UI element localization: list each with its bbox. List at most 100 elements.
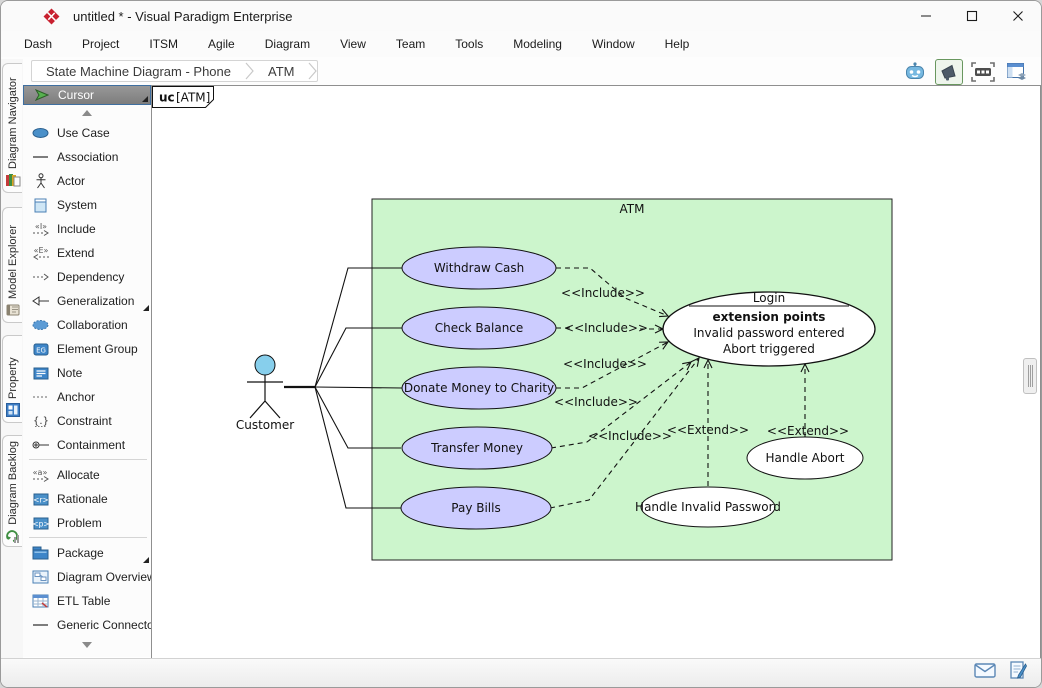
flyout-indicator xyxy=(143,305,149,311)
svg-text:Handle Abort: Handle Abort xyxy=(766,451,845,465)
actor-customer[interactable]: Customer xyxy=(236,355,294,432)
palette-item-actor[interactable]: Actor xyxy=(23,169,151,193)
extend-label: <<Extend>> xyxy=(767,424,849,438)
use-case-pay-bills[interactable]: Pay Bills xyxy=(401,487,551,529)
include-label: <<Include>> xyxy=(564,321,648,335)
palette-item-containment[interactable]: Containment xyxy=(23,433,151,457)
svg-text:Handle Invalid Password: Handle Invalid Password xyxy=(635,500,781,514)
palette-item-package[interactable]: Package xyxy=(23,541,151,565)
containment-icon xyxy=(31,437,50,453)
use-case-login[interactable]: Login extension points Invalid password … xyxy=(663,291,875,366)
menu-view[interactable]: View xyxy=(325,33,381,55)
tab-property[interactable]: Property xyxy=(2,335,22,423)
breadcrumb-atm[interactable]: ATM xyxy=(254,64,308,79)
palette-scroll-up[interactable] xyxy=(23,105,151,121)
frame-tab[interactable]: uc [ATM] xyxy=(153,87,214,108)
menu-modeling[interactable]: Modeling xyxy=(498,33,577,55)
minimize-icon xyxy=(920,10,932,22)
minimize-button[interactable] xyxy=(903,1,949,31)
extension-point-1: Invalid password entered xyxy=(693,326,844,340)
use-case-donate-money[interactable]: Donate Money to Charity xyxy=(402,367,556,409)
menu-diagram[interactable]: Diagram xyxy=(250,33,325,55)
mail-icon[interactable] xyxy=(974,663,996,683)
close-icon xyxy=(1012,10,1024,22)
use-case-check-balance[interactable]: Check Balance xyxy=(402,307,556,349)
palette-item-extend[interactable]: «E» Extend xyxy=(23,241,151,265)
menu-window[interactable]: Window xyxy=(577,33,650,55)
menu-team[interactable]: Team xyxy=(381,33,440,55)
palette-scroll-down[interactable] xyxy=(23,637,151,653)
include-label: <<Include>> xyxy=(588,429,672,443)
actor-label: Customer xyxy=(236,418,294,432)
palette-item-cursor[interactable]: Cursor xyxy=(23,85,151,105)
palette-item-include[interactable]: «I» Include xyxy=(23,217,151,241)
palette-item-diagram-overview[interactable]: Diagram Overview xyxy=(23,565,151,589)
problem-icon: <p> xyxy=(31,515,50,531)
menu-help[interactable]: Help xyxy=(650,33,705,55)
scroll-down-icon xyxy=(82,642,92,648)
use-case-diagram: uc [ATM] ATM Customer xyxy=(152,86,1041,659)
diagram-overview-icon xyxy=(31,569,50,585)
constraint-icon: {.} xyxy=(31,413,50,429)
note-edit-icon[interactable] xyxy=(1010,661,1027,685)
palette-item-generic-connector[interactable]: Generic Connector xyxy=(23,613,151,637)
palette-item-dependency[interactable]: Dependency xyxy=(23,265,151,289)
system-icon xyxy=(31,197,50,213)
palette-item-anchor[interactable]: Anchor xyxy=(23,385,151,409)
robot-assistant-icon[interactable] xyxy=(901,59,929,85)
generic-connector-icon xyxy=(31,617,50,633)
palette-item-system[interactable]: System xyxy=(23,193,151,217)
association-icon xyxy=(31,149,50,165)
property-icon xyxy=(5,402,21,418)
app-window: untitled * - Visual Paradigm Enterprise … xyxy=(0,0,1042,688)
menu-agile[interactable]: Agile xyxy=(193,33,250,55)
use-case-transfer-money[interactable]: Transfer Money xyxy=(402,427,552,469)
tab-diagram-navigator[interactable]: Diagram Navigator xyxy=(2,63,22,193)
maximize-button[interactable] xyxy=(949,1,995,31)
menu-dash[interactable]: Dash xyxy=(9,33,67,55)
collaboration-icon xyxy=(31,317,50,333)
use-case-withdraw-cash[interactable]: Withdraw Cash xyxy=(402,247,556,289)
breadcrumb-diagram[interactable]: State Machine Diagram - Phone xyxy=(32,64,245,79)
breadcrumb: State Machine Diagram - Phone ATM xyxy=(31,60,318,82)
announcement-icon[interactable] xyxy=(935,59,963,85)
use-case-handle-abort[interactable]: Handle Abort xyxy=(747,437,863,479)
menu-itsm[interactable]: ITSM xyxy=(134,33,193,55)
close-button[interactable] xyxy=(995,1,1041,31)
system-boundary-label: ATM xyxy=(620,202,645,216)
palette-item-rationale[interactable]: <r> Rationale xyxy=(23,487,151,511)
generalization-icon xyxy=(31,293,50,309)
svg-text:EG: EG xyxy=(36,346,46,354)
palette-item-problem[interactable]: <p> Problem xyxy=(23,511,151,535)
menu-tools[interactable]: Tools xyxy=(440,33,498,55)
panel-layout-icon[interactable] xyxy=(1003,59,1031,85)
panel-collapse-grip[interactable] xyxy=(1023,358,1037,394)
frame-keyword: uc xyxy=(159,91,175,105)
palette-item-etl-table[interactable]: ETL Table xyxy=(23,589,151,613)
palette-item-constraint[interactable]: {.} Constraint xyxy=(23,409,151,433)
status-bar xyxy=(1,658,1041,687)
flyout-indicator xyxy=(142,96,148,102)
palette-item-element-group[interactable]: EG Element Group xyxy=(23,337,151,361)
include-label: <<Include>> xyxy=(563,357,647,371)
palette-item-generalization[interactable]: Generalization xyxy=(23,289,151,313)
tab-model-explorer[interactable]: Model Explorer xyxy=(2,207,22,323)
toolbar-row: State Machine Diagram - Phone ATM xyxy=(1,57,1041,85)
palette-divider xyxy=(29,459,147,460)
palette-item-allocate[interactable]: «a» Allocate xyxy=(23,463,151,487)
palette-item-association[interactable]: Association xyxy=(23,145,151,169)
etl-table-icon xyxy=(31,593,50,609)
palette-item-note[interactable]: Note xyxy=(23,361,151,385)
login-title: Login xyxy=(753,291,785,305)
svg-text:«I»: «I» xyxy=(34,222,46,231)
diagram-canvas[interactable]: uc [ATM] ATM Customer xyxy=(151,85,1041,659)
flyout-indicator xyxy=(143,557,149,563)
storyboard-marquee-icon[interactable] xyxy=(969,59,997,85)
extension-point-2: Abort triggered xyxy=(723,342,815,356)
include-icon: «I» xyxy=(31,221,50,237)
tool-palette: Cursor Use Case Association Actor System… xyxy=(23,85,151,657)
palette-item-use-case[interactable]: Use Case xyxy=(23,121,151,145)
palette-item-collaboration[interactable]: Collaboration xyxy=(23,313,151,337)
tab-diagram-backlog[interactable]: Diagram Backlog xyxy=(2,435,22,547)
menu-project[interactable]: Project xyxy=(67,33,134,55)
